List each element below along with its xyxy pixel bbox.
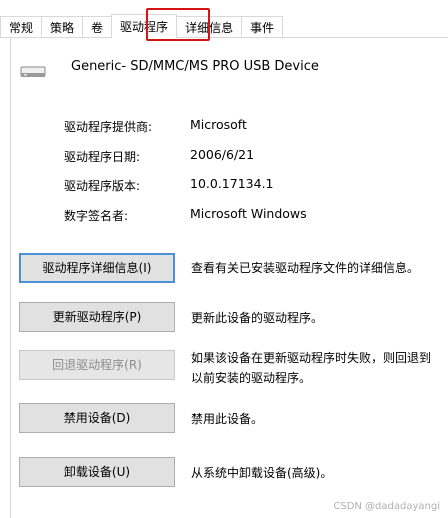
tab-volume[interactable]: 卷 (82, 16, 113, 38)
rollback-driver-button[interactable]: 回退驱动程序(R) (19, 350, 175, 380)
driver-details-button[interactable]: 驱动程序详细信息(I) (19, 253, 175, 283)
update-driver-desc: 更新此设备的驱动程序。 (191, 311, 324, 325)
watermark: CSDN @dadadayangi (333, 501, 440, 512)
tab-general[interactable]: 常规 (0, 16, 43, 38)
date-label: 驱动程序日期: (64, 150, 141, 164)
update-driver-button[interactable]: 更新驱动程序(P) (19, 302, 175, 332)
tab-bar: 常规 策略 卷 驱动程序 详细信息 事件 (0, 0, 448, 41)
provider-value: Microsoft (190, 117, 247, 132)
rollback-driver-desc: 如果该设备在更新驱动程序时失败，则回退到以前安装的驱动程序。 (191, 351, 432, 385)
version-label: 驱动程序版本: (64, 179, 141, 193)
disable-device-button[interactable]: 禁用设备(D) (19, 403, 175, 433)
tab-details[interactable]: 详细信息 (176, 16, 243, 38)
driver-details-desc: 查看有关已安装驱动程序文件的详细信息。 (191, 261, 420, 275)
provider-label: 驱动程序提供商: (64, 120, 153, 134)
disable-device-desc: 禁用此设备。 (191, 412, 264, 426)
tab-strip: 常规 策略 卷 驱动程序 详细信息 事件 (0, 14, 284, 38)
date-value: 2006/6/21 (190, 147, 255, 162)
signer-value: Microsoft Windows (190, 206, 307, 221)
uninstall-device-button[interactable]: 卸载设备(U) (19, 457, 175, 487)
device-name: Generic- SD/MMC/MS PRO USB Device (71, 59, 319, 74)
tab-events[interactable]: 事件 (241, 16, 284, 38)
tab-driver[interactable]: 驱动程序 (111, 14, 178, 38)
version-value: 10.0.17134.1 (190, 176, 274, 191)
signer-label: 数字签名者: (64, 209, 129, 223)
usb-drive-icon (20, 66, 46, 77)
tab-policy[interactable]: 策略 (41, 16, 84, 38)
uninstall-device-desc: 从系统中卸载设备(高级)。 (191, 466, 333, 480)
